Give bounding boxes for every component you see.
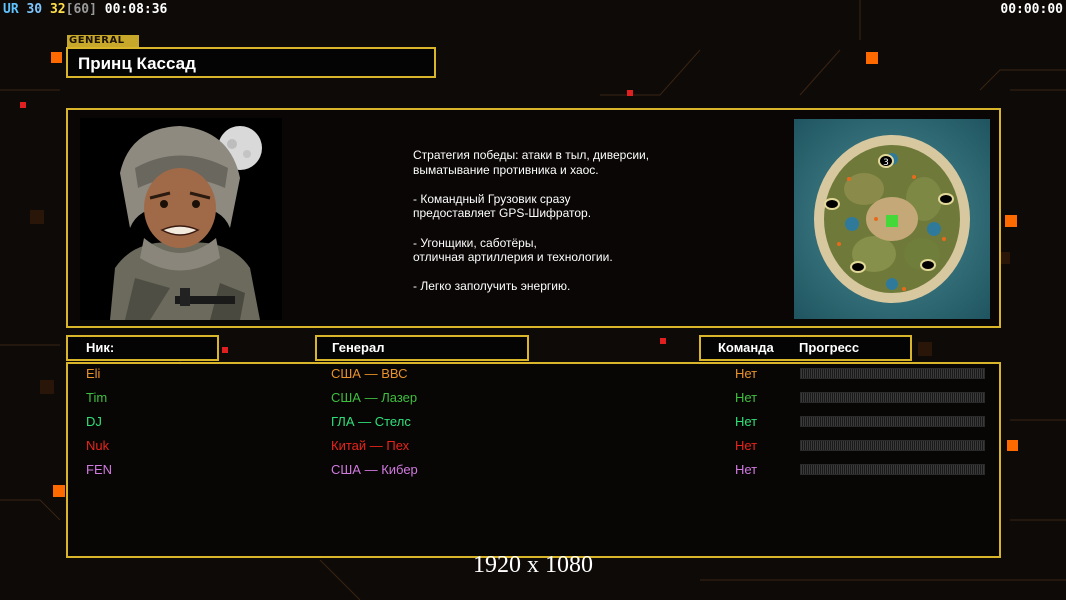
player-nick: FEN <box>86 462 112 477</box>
player-general: Китай — Пех <box>331 438 410 453</box>
player-team: Нет <box>735 414 758 429</box>
player-team: Нет <box>735 438 758 453</box>
player-general: США — Кибер <box>331 462 418 477</box>
player-progress-bar <box>800 416 985 427</box>
player-nick: Tim <box>86 390 108 405</box>
player-row[interactable]: Nuk Китай — Пех Нет <box>0 435 1066 457</box>
general-tag: GENERAL <box>67 35 139 47</box>
player-progress-bar <box>800 440 985 451</box>
game-timer: 00:00:00 <box>1000 2 1063 17</box>
resolution-label: 1920 x 1080 <box>473 552 593 578</box>
player-team: Нет <box>735 390 758 405</box>
player-row[interactable]: Eli США — ВВС Нет <box>0 363 1066 385</box>
player-general: ГЛА — Стелс <box>331 414 411 429</box>
header-team: Команда <box>718 340 774 355</box>
player-progress-bar <box>800 368 985 379</box>
player-nick: Eli <box>86 366 101 381</box>
header-nick-box: Ник: <box>66 335 219 361</box>
general-name: Принц Кассад <box>78 54 196 73</box>
player-general: США — Лазер <box>331 390 418 405</box>
elapsed-time: 00:08:36 <box>104 2 168 17</box>
player-row[interactable]: DJ ГЛА — Стелс Нет <box>0 411 1066 433</box>
player-progress-bar <box>800 392 985 403</box>
player-row[interactable]: Tim США — Лазер Нет <box>0 387 1066 409</box>
header-progress: Прогресс <box>799 340 860 355</box>
header-general: Генерал <box>332 340 385 355</box>
player-general: США — ВВС <box>331 366 408 381</box>
header-nick: Ник: <box>86 340 115 355</box>
fps-secondary: 32 <box>49 2 66 17</box>
general-title-box: Принц Кассад <box>66 47 436 78</box>
fps-value: 30 <box>26 2 43 17</box>
player-row[interactable]: FEN США — Кибер Нет <box>0 459 1066 481</box>
map-player-marker: 3 <box>883 158 889 168</box>
player-team: Нет <box>735 366 758 381</box>
map-preview[interactable]: 3 <box>794 119 990 319</box>
header-general-box: Генерал <box>315 335 529 361</box>
header-team-progress-box: Команда Прогресс <box>699 335 912 361</box>
general-portrait <box>80 118 282 320</box>
general-description: Стратегия победы: атаки в тыл, диверсии,… <box>413 148 650 294</box>
player-progress-bar <box>800 464 985 475</box>
player-nick: DJ <box>86 414 102 429</box>
ur-label: UR <box>3 2 19 17</box>
player-nick: Nuk <box>86 438 110 453</box>
fps-counter: UR 30 32[60] 00:08:36 <box>3 2 167 17</box>
fps-cap: [60] <box>65 2 97 17</box>
player-team: Нет <box>735 462 758 477</box>
